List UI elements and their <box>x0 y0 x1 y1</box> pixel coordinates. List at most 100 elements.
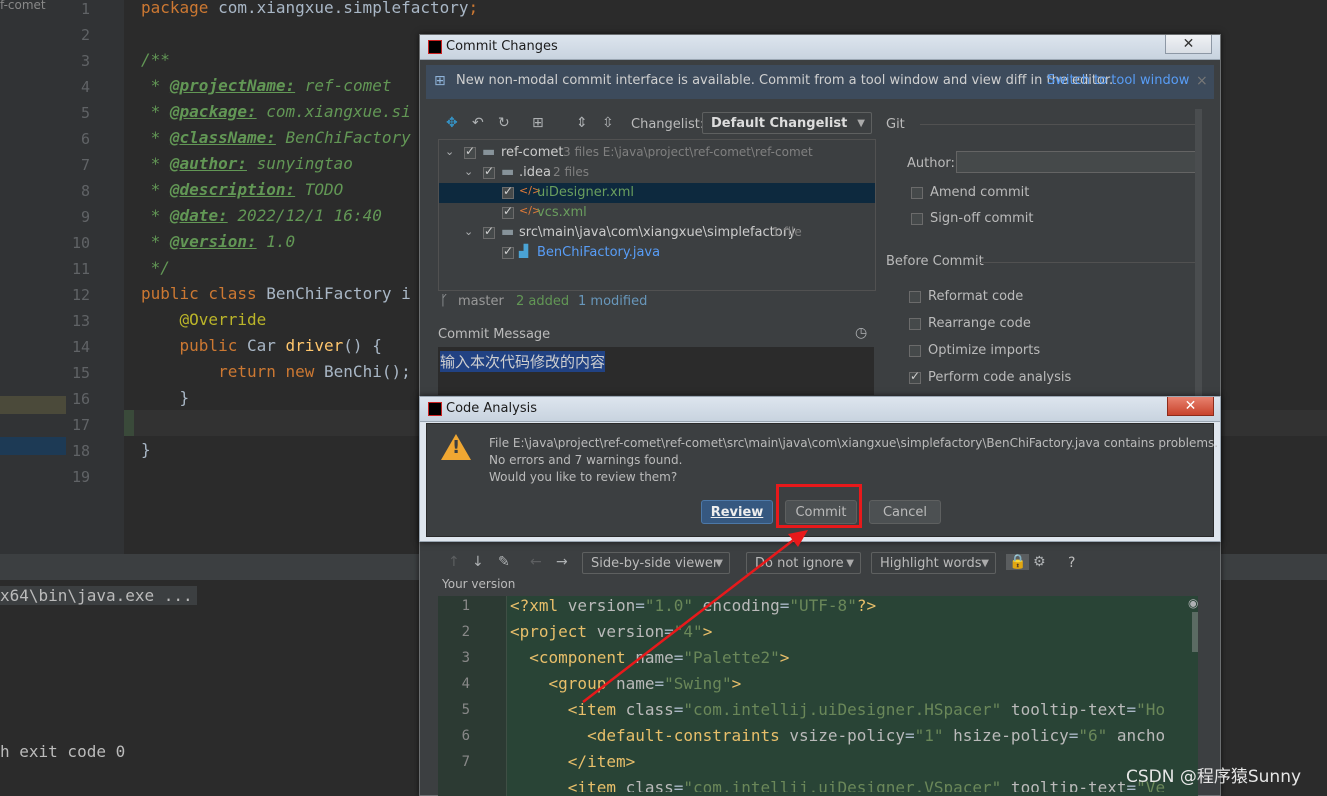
author-label: Author: <box>907 156 955 171</box>
code-line[interactable]: * @author: sunyingtao <box>141 154 353 173</box>
history-icon[interactable]: ◷ <box>855 325 867 341</box>
arrow-left-icon[interactable]: ← <box>530 554 542 570</box>
code-line[interactable]: public class BenChiFactory i <box>141 284 411 303</box>
tree-row-selected[interactable]: </> uiDesigner.xml <box>439 183 875 203</box>
highlight-box <box>776 484 862 528</box>
line-number: 18 <box>71 442 90 460</box>
gear-icon[interactable]: ⚙ <box>1033 554 1046 570</box>
ignore-value: Do not ignore <box>755 556 844 571</box>
checkbox[interactable] <box>483 164 495 179</box>
cancel-button[interactable]: Cancel <box>869 500 941 524</box>
code-token: * <box>141 206 170 225</box>
code-line[interactable]: * @version: 1.0 <box>141 232 296 251</box>
pin-icon[interactable]: ✥ <box>446 115 458 131</box>
undo-icon[interactable]: ↶ <box>472 115 484 131</box>
lock-icon[interactable]: 🔒 <box>1006 554 1030 570</box>
changes-tree[interactable]: ⌄ ▬ ref-comet 3 files E:\java\project\re… <box>438 139 876 291</box>
diff-token: "com.intellij.uiDesigner.HSpacer" <box>683 700 1002 719</box>
review-button[interactable]: Review <box>701 500 773 524</box>
before-commit-checkbox[interactable] <box>909 291 921 303</box>
refresh-icon[interactable]: ↻ <box>498 115 510 131</box>
before-commit-label[interactable]: Perform code analysis <box>928 370 1071 385</box>
edit-icon[interactable]: ✎ <box>498 554 510 570</box>
title-bar: Commit Changes ✕ <box>420 35 1220 60</box>
tree-node-meta: 3 files E:\java\project\ref-comet\ref-co… <box>563 145 813 159</box>
tree-row[interactable]: ▟ BenChiFactory.java <box>439 243 875 263</box>
code-token: com.xiangxue.simplefactory <box>218 0 469 17</box>
diff-code-line: <?xml version="1.0" encoding="UTF-8"?> <box>510 596 876 615</box>
code-line[interactable]: * @package: com.xiangxue.si <box>141 102 411 121</box>
highlight-dropdown[interactable]: Highlight words ▼ <box>871 552 996 574</box>
close-button[interactable]: ✕ <box>1167 397 1214 416</box>
ignore-dropdown[interactable]: Do not ignore ▼ <box>746 552 861 574</box>
line-number: 2 <box>80 26 90 44</box>
code-token: package <box>141 0 219 17</box>
caret-line-marker <box>124 410 134 436</box>
code-line[interactable]: */ <box>141 258 170 277</box>
code-line[interactable]: @Override <box>141 310 267 329</box>
diff-token: = <box>664 622 674 641</box>
collapse-all-icon[interactable]: ⇳ <box>602 115 614 131</box>
code-line[interactable]: * @description: TODO <box>141 180 344 199</box>
tree-row[interactable]: ⌄ ▬ src\main\java\com\xiangxue\simplefac… <box>439 223 875 243</box>
tree-row[interactable]: ⌄ ▬ ref-comet 3 files E:\java\project\re… <box>439 143 875 163</box>
tree-row[interactable]: ⌄ ▬ .idea 2 files <box>439 163 875 183</box>
message-line: File E:\java\project\ref-comet\ref-comet… <box>489 436 1219 450</box>
code-line[interactable]: * @className: BenChiFactory <box>141 128 411 147</box>
author-input[interactable] <box>956 151 1196 173</box>
chevron-down-icon: ▼ <box>846 558 854 569</box>
arrow-down-icon[interactable]: ↓ <box>472 554 484 570</box>
code-line[interactable]: return new BenChi(); <box>141 362 411 381</box>
checkbox[interactable] <box>502 244 514 259</box>
checkbox[interactable] <box>502 204 514 219</box>
before-commit-label[interactable]: Rearrange code <box>928 316 1031 331</box>
before-commit-label[interactable]: Optimize imports <box>928 343 1040 358</box>
scrollbar[interactable] <box>1195 109 1202 409</box>
signoff-checkbox[interactable] <box>911 213 923 225</box>
switch-to-tool-window-link[interactable]: Switch to tool window <box>1047 73 1189 88</box>
branch-name: master <box>458 294 504 309</box>
code-line[interactable]: } <box>141 388 190 407</box>
code-line[interactable]: package com.xiangxue.simplefactory; <box>141 0 478 17</box>
code-token: 1.0 <box>256 232 296 251</box>
chevron-down-icon[interactable]: ⌄ <box>445 145 454 158</box>
code-line[interactable]: * @date: 2022/12/1 16:40 <box>141 206 382 225</box>
group-by-icon[interactable]: ⊞ <box>532 115 544 131</box>
tree-row[interactable]: </> vcs.xml <box>439 203 875 223</box>
checkbox[interactable] <box>502 184 514 199</box>
code-line[interactable]: } <box>141 440 151 459</box>
tree-node-name: ref-comet <box>501 145 564 160</box>
diff-line-number: 4 <box>461 676 470 692</box>
arrow-right-icon[interactable]: → <box>556 554 568 570</box>
close-button[interactable]: ✕ <box>1165 35 1212 54</box>
checkbox[interactable] <box>483 224 495 239</box>
before-commit-checkbox[interactable] <box>909 318 921 330</box>
chevron-down-icon[interactable]: ⌄ <box>464 165 473 178</box>
arrow-up-icon[interactable]: ↑ <box>448 554 460 570</box>
viewer-dropdown[interactable]: Side-by-side viewer ▼ <box>582 552 730 574</box>
close-icon[interactable]: × <box>1196 73 1208 89</box>
changelist-dropdown[interactable]: Default Changelist ▼ <box>702 112 872 134</box>
amend-label[interactable]: Amend commit <box>930 185 1029 200</box>
code-line[interactable]: /** <box>141 50 170 69</box>
before-commit-checkbox[interactable] <box>909 345 921 357</box>
diff-token: <?xml <box>510 596 568 615</box>
before-commit-checkbox[interactable] <box>909 369 921 384</box>
amend-checkbox[interactable] <box>911 187 923 199</box>
checkbox[interactable] <box>464 144 476 159</box>
help-button[interactable]: ? <box>1068 555 1075 571</box>
left-selection-marker <box>0 396 66 414</box>
before-commit-label[interactable]: Reformat code <box>928 289 1023 304</box>
line-number: 10 <box>71 234 90 252</box>
signoff-label[interactable]: Sign-off commit <box>930 211 1033 226</box>
folder-icon: ▬ <box>501 224 515 240</box>
commit-message-editor[interactable]: 输入本次代码修改的内容 <box>438 347 874 395</box>
dialog-title: Code Analysis <box>446 401 537 416</box>
code-line[interactable]: public Car driver() { <box>141 336 382 355</box>
code-line[interactable]: * @projectName: ref-comet <box>141 76 392 95</box>
diff-scrollbar[interactable] <box>1192 612 1198 652</box>
chevron-down-icon[interactable]: ⌄ <box>464 225 473 238</box>
code-token: @author: <box>169 154 247 173</box>
eye-icon[interactable]: ◉ <box>1188 596 1198 610</box>
expand-all-icon[interactable]: ⇕ <box>576 115 588 131</box>
